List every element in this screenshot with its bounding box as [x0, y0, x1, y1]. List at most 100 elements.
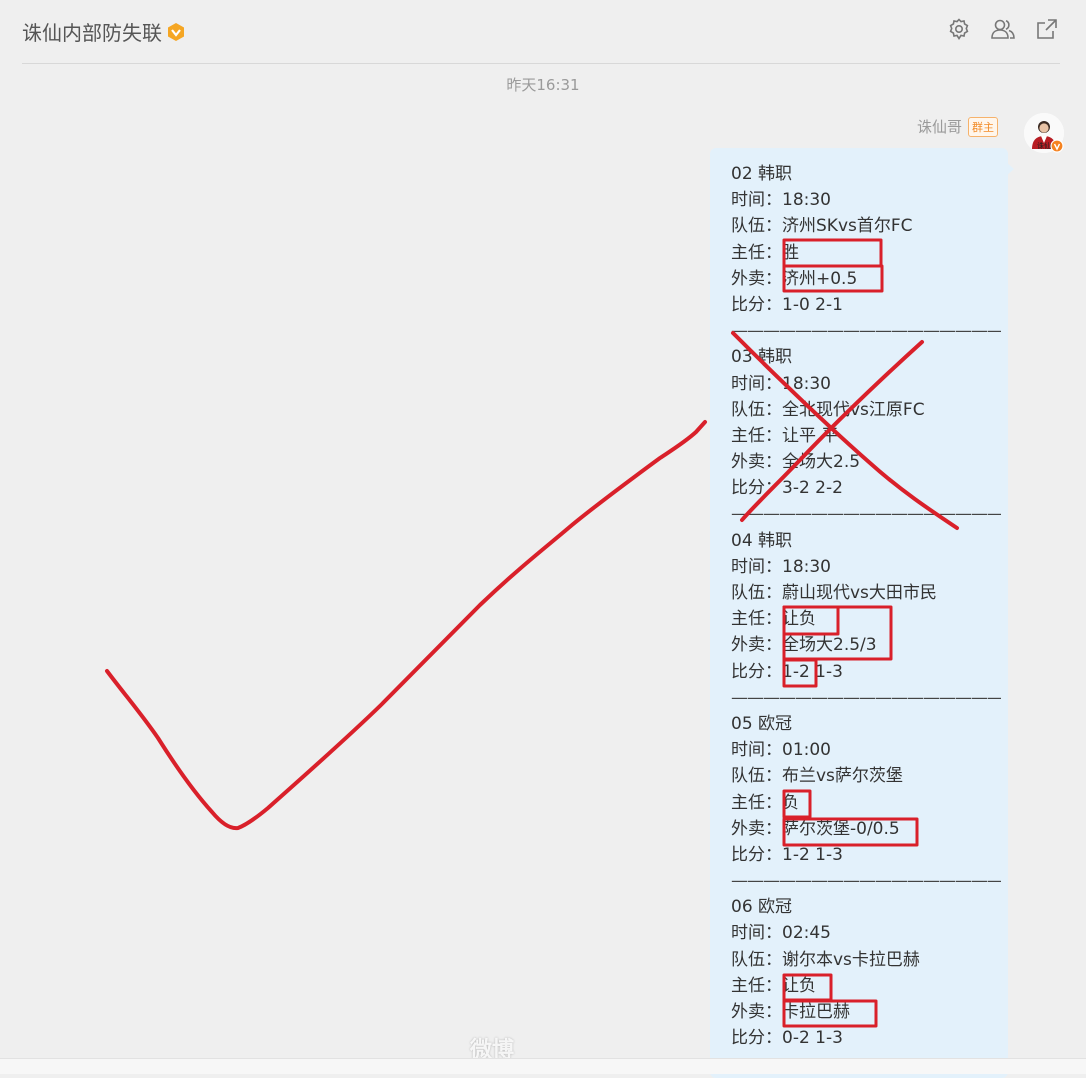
match-teams: 队伍：济州SKvs首尔FC [731, 213, 1001, 239]
match-header: 06 欧冠 [731, 894, 1001, 920]
match-time: 时间：18:30 [731, 187, 1001, 213]
match-header-label: 05 欧冠 [731, 713, 793, 734]
message-timestamp: 昨天16:31 [506, 76, 580, 94]
group-title: 诛仙内部防失联 [22, 17, 186, 46]
bubble-tail [1006, 162, 1014, 176]
match-side-pick-label: 外卖： [731, 452, 782, 473]
role-badge: 群主 [968, 116, 998, 137]
match-header-label: 04 韩职 [731, 530, 793, 551]
match-teams: 队伍：布兰vs萨尔茨堡 [731, 763, 1001, 789]
external-link-icon[interactable] [1034, 16, 1060, 42]
input-toolbar[interactable] [0, 1058, 1086, 1074]
match-block: 05 欧冠 时间：01:00 队伍：布兰vs萨尔茨堡 主任：负 外卖：萨尔茨堡-0/0.… [731, 711, 1001, 868]
match-main-pick-label: 主任： [731, 242, 782, 263]
match-time-label: 时间：18:30 [731, 190, 831, 211]
match-header: 04 韩职 [731, 528, 1001, 554]
match-teams: 队伍：蔚山现代vs大田市民 [731, 580, 1001, 606]
sender-name[interactable]: 诛仙哥 [917, 116, 962, 137]
match-header: 03 韩职 [731, 344, 1001, 370]
match-time: 时间：18:30 [731, 371, 1001, 397]
match-main-pick: 主任：让负 [731, 606, 1001, 632]
match-side-pick: 外卖：全场大2.5/3 [731, 632, 1001, 658]
match-teams: 队伍：谢尔本vs卡拉巴赫 [731, 947, 1001, 973]
match-main-pick-value: 胜 [782, 242, 799, 263]
message-bubble[interactable]: 02 韩职 时间：18:30 队伍：济州SKvs首尔FC 主任：胜 外卖：济州+0.5 比… [710, 148, 1014, 1078]
match-score-label: 比分： [731, 1028, 782, 1049]
match-main-pick: 主任：让平 平 [731, 423, 1001, 449]
match-teams: 队伍：全北现代vs江原FC [731, 397, 1001, 423]
users-icon[interactable] [990, 16, 1016, 42]
match-score: 比分：1-2 1-3 [731, 842, 1001, 868]
match-time: 时间：18:30 [731, 554, 1001, 580]
match-main-pick-label: 主任： [731, 792, 782, 813]
match-separator: —————————————————— [731, 687, 1001, 708]
match-side-pick-value: 萨尔茨堡-0/0.5 [782, 818, 900, 839]
match-header-label: 02 韩职 [731, 164, 793, 184]
match-separator: —————————————————— [731, 871, 1001, 892]
match-side-pick: 外卖：全场大2.5 [731, 449, 1001, 475]
match-score-value: 1-2 1-3 [782, 844, 843, 865]
match-score-label: 比分： [731, 844, 782, 865]
match-score: 比分：0-2 1-3 [731, 1025, 1001, 1051]
match-side-pick-value: 全场大2.5 [782, 452, 861, 473]
match-side-pick-label: 外卖： [731, 635, 782, 656]
match-header: 02 韩职 [731, 161, 1001, 187]
match-time-label: 时间：01:00 [731, 740, 831, 761]
match-score: 比分：1-2 1-3 [731, 659, 1001, 685]
match-score-label: 比分： [731, 661, 782, 682]
match-score-value: 0-2 1-3 [782, 1028, 843, 1049]
match-side-pick-label: 外卖： [731, 1002, 782, 1022]
match-block: 03 韩职 时间：18:30 队伍：全北现代vs江原FC 主任：让平 平外卖：全场大2… [731, 344, 1001, 501]
match-score-value: 1-0 2-1 [782, 294, 843, 315]
match-side-pick: 外卖：萨尔茨堡-0/0.5 [731, 816, 1001, 842]
match-block: 02 韩职 时间：18:30 队伍：济州SKvs首尔FC 主任：胜 外卖：济州+0.5 比… [731, 161, 1001, 318]
match-header-label: 03 韩职 [731, 347, 793, 368]
match-side-pick-value: 卡拉巴赫 [782, 1002, 850, 1022]
gear-icon[interactable] [946, 16, 972, 42]
match-teams-label: 队伍：济州SKvs首尔FC [731, 216, 913, 237]
match-time: 时间：01:00 [731, 737, 1001, 763]
match-main-pick: 主任：负 [731, 790, 1001, 816]
match-side-pick-value: 济州+0.5 [782, 268, 858, 289]
match-main-pick: 主任：让负 [731, 973, 1001, 999]
checkmark-annotation [105, 420, 707, 831]
match-side-pick-label: 外卖： [731, 818, 782, 839]
match-side-pick: 外卖：济州+0.5 [731, 266, 1001, 292]
match-header-label: 06 欧冠 [731, 897, 793, 918]
match-side-pick-label: 外卖： [731, 268, 782, 289]
match-time-label: 时间：18:30 [731, 556, 831, 577]
match-time: 时间：02:45 [731, 920, 1001, 946]
match-separator: —————————————————— [731, 321, 1001, 342]
match-block: 04 韩职 时间：18:30 队伍：蔚山现代vs大田市民 主任：让负 外卖：全场大2.5… [731, 528, 1001, 685]
match-main-pick-value: 让负 [782, 609, 816, 630]
match-header: 05 欧冠 [731, 711, 1001, 737]
match-main-pick: 主任：胜 [731, 240, 1001, 266]
match-teams-label: 队伍：布兰vs萨尔茨堡 [731, 766, 903, 787]
chat-header: 诛仙内部防失联 [0, 0, 1086, 64]
match-list: 02 韩职 时间：18:30 队伍：济州SKvs首尔FC 主任：胜 外卖：济州+0.5 比… [731, 161, 1001, 1051]
match-side-pick: 外卖：卡拉巴赫 [731, 999, 1001, 1025]
match-score-value: 1-2 1-3 [782, 661, 843, 682]
match-main-pick-value: 负 [782, 792, 799, 813]
avatar-text: 诛仙 [1037, 141, 1051, 150]
match-teams-label: 队伍：全北现代vs江原FC [731, 399, 925, 420]
match-main-pick-value: 让负 [782, 975, 816, 996]
group-name: 诛仙内部防失联 [22, 21, 162, 45]
avatar[interactable]: 诛仙 [1024, 113, 1064, 153]
match-main-pick-value: 让平 平 [782, 425, 839, 446]
match-score-label: 比分： [731, 478, 782, 499]
match-main-pick-label: 主任： [731, 425, 782, 446]
match-score-label: 比分： [731, 294, 782, 315]
sender-info: 诛仙哥 群主 [917, 116, 998, 137]
match-time-label: 时间：18:30 [731, 373, 831, 394]
match-teams-label: 队伍：蔚山现代vs大田市民 [731, 583, 937, 603]
match-main-pick-label: 主任： [731, 609, 782, 630]
match-score: 比分：3-2 2-2 [731, 475, 1001, 501]
header-divider [22, 63, 1060, 64]
match-main-pick-label: 主任： [731, 975, 782, 996]
match-side-pick-value: 全场大2.5/3 [782, 635, 877, 656]
match-score: 比分：1-0 2-1 [731, 292, 1001, 318]
match-separator: —————————————————— [731, 504, 1001, 525]
match-time-label: 时间：02:45 [731, 923, 831, 944]
vip-badge-icon [166, 22, 186, 42]
